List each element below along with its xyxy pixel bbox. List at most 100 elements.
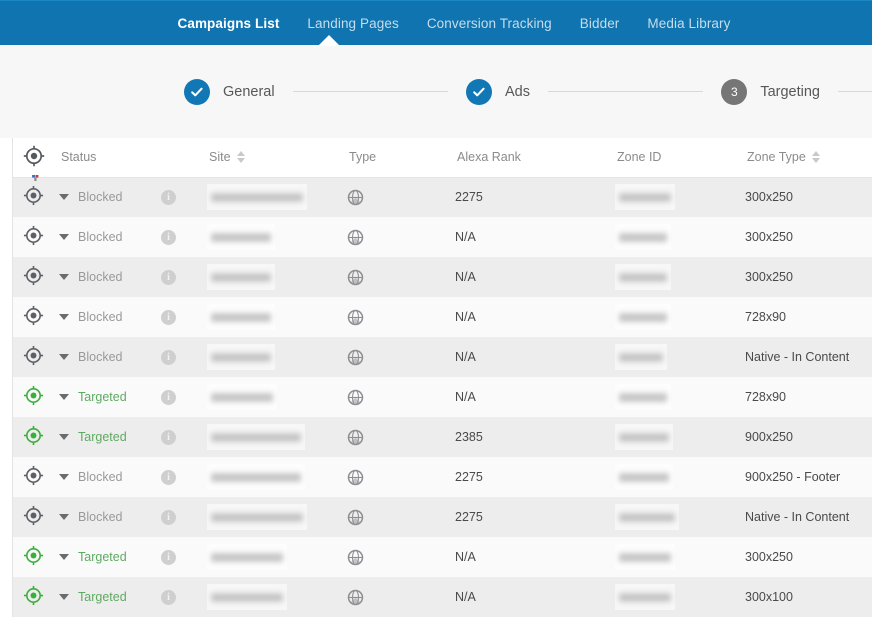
stepper-step-label: General (223, 83, 275, 100)
row-target-cell[interactable] (13, 377, 59, 417)
info-icon[interactable]: i (161, 189, 176, 205)
stepper-step-ads[interactable]: Ads (465, 78, 530, 105)
crosshair-icon[interactable] (13, 385, 44, 409)
chevron-down-icon[interactable] (59, 434, 69, 440)
status-badge: Blocked (78, 190, 123, 205)
nav-tab-media-library[interactable]: Media Library (633, 1, 744, 46)
zone-id-redacted (615, 264, 671, 290)
row-type-cell (347, 177, 455, 217)
table-row[interactable]: Blocked i 2275 900x250 - Footer (13, 457, 872, 497)
stepper-connector-2 (547, 91, 704, 92)
site-name-redacted (207, 504, 307, 530)
chevron-down-icon[interactable] (59, 274, 69, 280)
row-zone-type: 900x250 (745, 417, 872, 457)
row-zone-type: 900x250 - Footer (745, 457, 872, 497)
site-name-redacted (207, 224, 275, 250)
chevron-down-icon[interactable] (59, 554, 69, 560)
stepper-step-targeting[interactable]: 3 Targeting (721, 78, 820, 105)
site-name-redacted (207, 584, 287, 610)
row-target-cell[interactable] (13, 217, 59, 257)
info-icon[interactable]: i (161, 549, 176, 565)
sort-zone-type-icon[interactable] (811, 151, 820, 164)
info-icon[interactable]: i (161, 229, 176, 245)
header-target-column[interactable] (13, 138, 59, 181)
globe-icon (347, 429, 455, 446)
nav-tab-campaigns-list[interactable]: Campaigns List (164, 1, 294, 46)
row-zone-id-cell (615, 377, 745, 417)
row-target-cell[interactable] (13, 257, 59, 297)
row-zone-id-cell (615, 257, 745, 297)
row-target-cell[interactable] (13, 337, 59, 377)
crosshair-icon[interactable] (13, 585, 44, 609)
info-icon[interactable]: i (161, 309, 176, 325)
nav-tab-conversion-tracking[interactable]: Conversion Tracking (413, 1, 566, 46)
header-status-label: Status (61, 150, 97, 165)
crosshair-icon[interactable] (13, 145, 45, 170)
crosshair-icon[interactable] (13, 345, 44, 369)
wizard-stepper: General Ads 3 Targeting (0, 78, 872, 105)
status-badge: Blocked (78, 350, 123, 364)
row-target-cell[interactable] (13, 497, 59, 537)
chevron-down-icon[interactable] (59, 234, 69, 240)
row-target-cell[interactable] (13, 177, 59, 217)
header-site-label: Site (209, 150, 231, 165)
stepper-trailing-line (838, 91, 872, 92)
crosshair-icon[interactable] (13, 465, 44, 489)
table-row[interactable]: Blocked i N/A Native - In Content (13, 337, 872, 377)
row-type-cell (347, 297, 455, 337)
stepper-step-general[interactable]: General (184, 78, 275, 105)
crosshair-icon[interactable] (13, 545, 44, 569)
crosshair-icon[interactable] (13, 265, 44, 289)
info-icon[interactable]: i (161, 469, 176, 485)
table-row[interactable]: Targeted i N/A 300x100 (13, 577, 872, 617)
table-row[interactable]: Targeted i N/A 728x90 (13, 377, 872, 417)
crosshair-icon[interactable] (13, 305, 44, 329)
table-row[interactable]: Blocked i N/A 300x250 (13, 217, 872, 257)
table-row[interactable]: Targeted i 2385 900x250 (13, 417, 872, 457)
crosshair-icon[interactable] (13, 185, 44, 209)
row-zone-id-cell (615, 577, 745, 617)
row-zone-id-cell (615, 497, 745, 537)
globe-icon (347, 349, 455, 366)
info-icon[interactable]: i (161, 269, 176, 285)
table-row[interactable]: Blocked i N/A 728x90 (13, 297, 872, 337)
crosshair-icon[interactable] (13, 505, 44, 529)
row-target-cell[interactable] (13, 297, 59, 337)
row-target-cell[interactable] (13, 457, 59, 497)
info-icon[interactable]: i (161, 429, 176, 445)
row-zone-type: Native - In Content (745, 337, 872, 377)
chevron-down-icon[interactable] (59, 394, 69, 400)
nav-tab-landing-pages[interactable]: Landing Pages (293, 1, 412, 46)
table-row[interactable]: Blocked i N/A 300x250 (13, 257, 872, 297)
top-navigation-tabs: Campaigns List Landing Pages Conversion Tr… (164, 1, 745, 46)
chevron-down-icon[interactable] (59, 194, 69, 201)
info-icon[interactable]: i (161, 349, 176, 365)
row-alexa-rank: 2275 (455, 457, 615, 497)
row-zone-id-cell (615, 337, 745, 377)
crosshair-icon[interactable] (13, 225, 44, 249)
table-row[interactable]: Blocked i 2275 Native - In Content (13, 497, 872, 537)
chevron-down-icon[interactable] (59, 314, 69, 320)
chevron-down-icon[interactable] (59, 514, 69, 520)
sort-site-icon[interactable] (236, 151, 245, 164)
table-row[interactable]: Blocked i 2275 300x250 (13, 177, 872, 217)
info-icon[interactable]: i (161, 389, 176, 405)
table-row[interactable]: Targeted i N/A 300x250 (13, 537, 872, 577)
row-type-cell (347, 417, 455, 457)
header-site[interactable]: Site (207, 138, 347, 178)
row-target-cell[interactable] (13, 417, 59, 457)
info-icon[interactable]: i (161, 509, 176, 525)
nav-tab-bidder[interactable]: Bidder (566, 1, 634, 46)
globe-icon (347, 229, 455, 246)
info-icon[interactable]: i (161, 589, 176, 605)
chevron-down-icon[interactable] (59, 594, 69, 600)
row-status-cell: Targeted i (59, 537, 207, 577)
chevron-down-icon[interactable] (59, 474, 69, 480)
row-target-cell[interactable] (13, 537, 59, 577)
chevron-down-icon[interactable] (59, 354, 69, 360)
step-number-badge: 3 (721, 78, 748, 105)
header-zone-type[interactable]: Zone Type (745, 138, 872, 178)
row-target-cell[interactable] (13, 577, 59, 617)
crosshair-icon[interactable] (13, 425, 44, 449)
zone-id-redacted (615, 304, 671, 330)
